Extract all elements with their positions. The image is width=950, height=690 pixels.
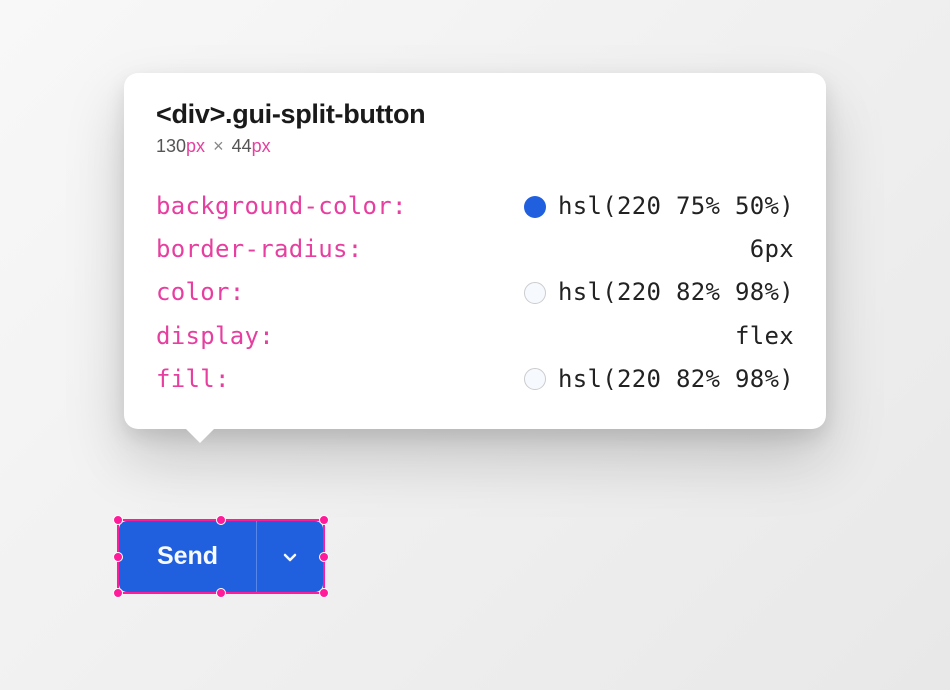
css-properties-list: background-color: hsl(220 75% 50%) borde… (156, 185, 794, 401)
css-property-row: background-color: hsl(220 75% 50%) (156, 185, 794, 228)
css-property-name: fill: (156, 364, 230, 395)
css-property-row: border-radius: 6px (156, 228, 794, 271)
css-property-name: border-radius: (156, 234, 363, 265)
height-value: 44 (232, 136, 252, 156)
width-unit: px (186, 136, 205, 156)
css-property-value: flex (735, 321, 794, 352)
dropdown-toggle-button[interactable] (257, 521, 323, 592)
css-property-row: fill: hsl(220 82% 98%) (156, 358, 794, 401)
dimension-separator: × (213, 136, 224, 156)
color-swatch-icon (524, 196, 546, 218)
css-property-row: color: hsl(220 82% 98%) (156, 271, 794, 314)
css-property-value: hsl(220 82% 98%) (558, 364, 794, 395)
css-property-value: hsl(220 82% 98%) (558, 277, 794, 308)
color-swatch-icon (524, 282, 546, 304)
gui-split-button: Send (119, 521, 323, 592)
height-unit: px (252, 136, 271, 156)
css-property-value: hsl(220 75% 50%) (558, 191, 794, 222)
send-button-label: Send (157, 542, 218, 571)
css-property-value: 6px (750, 234, 794, 265)
inspector-tooltip: <div>.gui-split-button 130px × 44px back… (124, 73, 826, 429)
element-selector: <div>.gui-split-button (156, 99, 794, 130)
chevron-down-icon (280, 547, 300, 567)
element-class: .gui-split-button (225, 99, 425, 129)
css-property-name: background-color: (156, 191, 407, 222)
css-property-row: display: flex (156, 315, 794, 358)
css-property-name: color: (156, 277, 245, 308)
send-button[interactable]: Send (119, 521, 257, 592)
element-dimensions: 130px × 44px (156, 136, 794, 157)
element-tag: <div> (156, 99, 225, 129)
color-swatch-icon (524, 368, 546, 390)
split-button-container: Send (119, 521, 323, 592)
width-value: 130 (156, 136, 186, 156)
css-property-name: display: (156, 321, 274, 352)
